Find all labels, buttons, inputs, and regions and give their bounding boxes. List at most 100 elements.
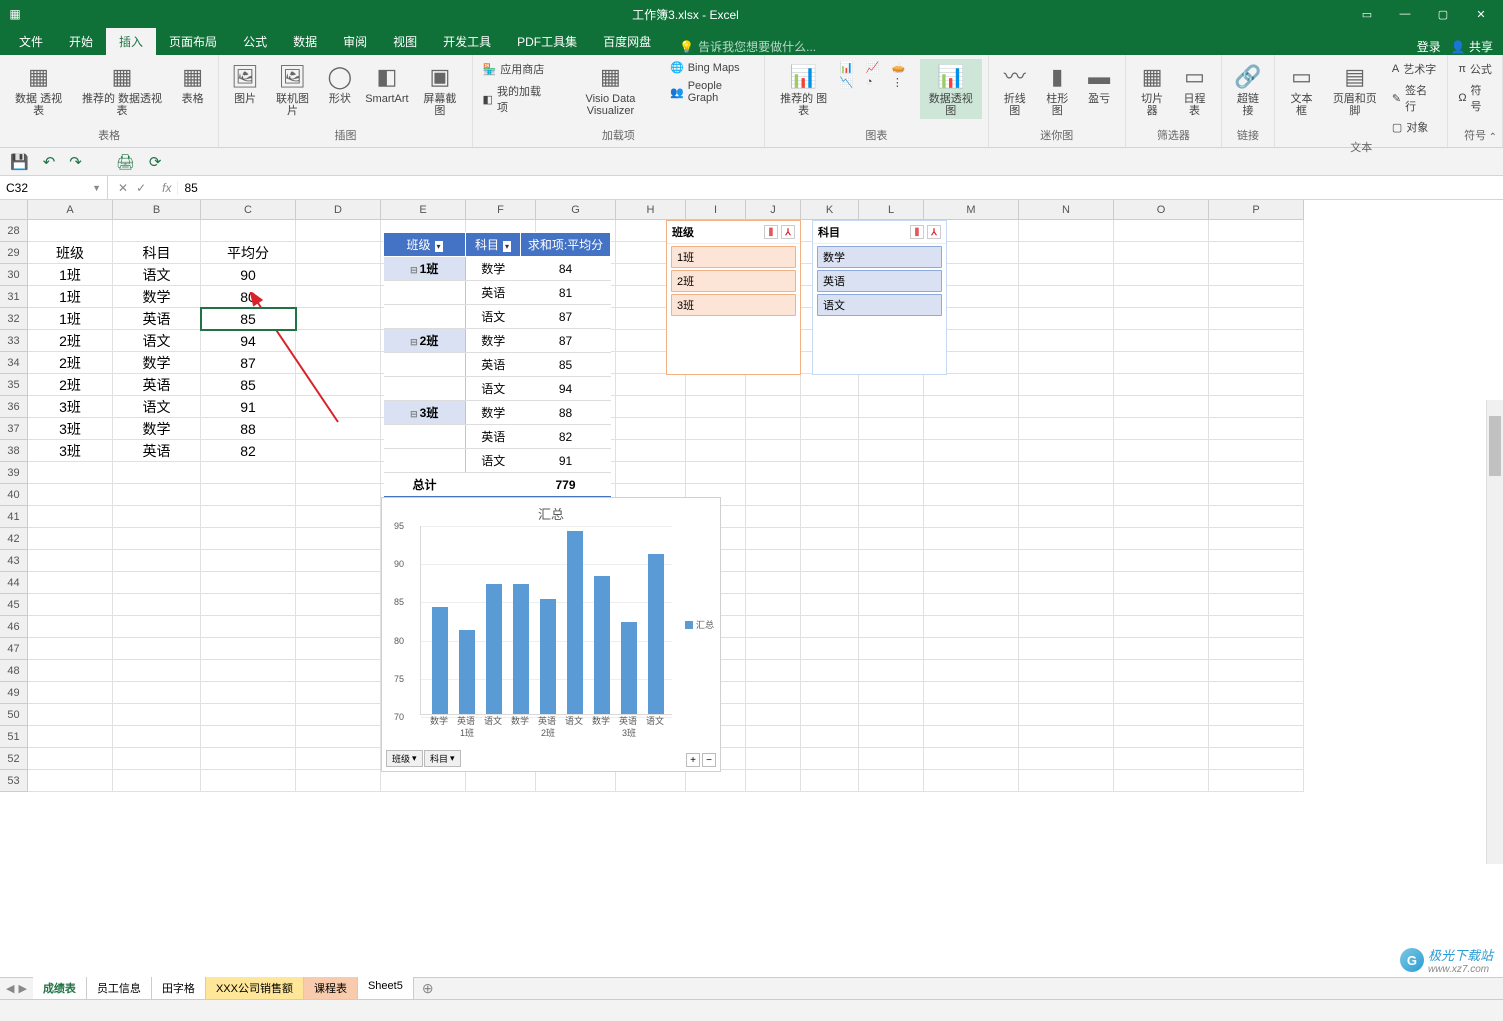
cell[interactable] — [801, 396, 859, 418]
cell[interactable] — [296, 440, 381, 462]
cell[interactable] — [1209, 770, 1304, 792]
cell[interactable] — [801, 660, 859, 682]
rec-charts-button[interactable]: 📊推荐的 图表 — [771, 59, 836, 119]
cell[interactable] — [201, 484, 296, 506]
cell[interactable] — [1019, 286, 1114, 308]
tab-developer[interactable]: 开发工具 — [430, 28, 504, 55]
cell[interactable]: 85 — [201, 308, 296, 330]
cell[interactable]: 90 — [201, 264, 296, 286]
cell[interactable]: 2班 — [28, 352, 113, 374]
cell[interactable] — [924, 726, 1019, 748]
tab-pagelayout[interactable]: 页面布局 — [156, 28, 230, 55]
cell[interactable] — [113, 638, 201, 660]
cell[interactable] — [1209, 418, 1304, 440]
cell[interactable]: 3班 — [28, 396, 113, 418]
col-header[interactable]: C — [201, 200, 296, 220]
tab-insert[interactable]: 插入 — [106, 28, 156, 55]
cell[interactable]: 88 — [201, 418, 296, 440]
cell[interactable] — [201, 572, 296, 594]
row-header[interactable]: 32 — [0, 308, 28, 330]
cell[interactable] — [924, 396, 1019, 418]
cell[interactable] — [1114, 330, 1209, 352]
cell[interactable] — [296, 264, 381, 286]
cell[interactable] — [1019, 374, 1114, 396]
cell[interactable] — [113, 484, 201, 506]
cell[interactable]: 语文 — [113, 330, 201, 352]
row-header[interactable]: 43 — [0, 550, 28, 572]
tab-file[interactable]: 文件 — [6, 28, 56, 55]
col-header[interactable]: M — [924, 200, 1019, 220]
cell[interactable] — [686, 770, 746, 792]
col-header[interactable]: E — [381, 200, 466, 220]
cell[interactable] — [616, 440, 686, 462]
cell[interactable] — [296, 462, 381, 484]
cell[interactable] — [201, 704, 296, 726]
cell[interactable] — [924, 440, 1019, 462]
cell[interactable] — [924, 462, 1019, 484]
col-header[interactable]: P — [1209, 200, 1304, 220]
cell[interactable] — [859, 748, 924, 770]
cell[interactable] — [746, 682, 801, 704]
cell[interactable] — [296, 528, 381, 550]
cell[interactable] — [746, 660, 801, 682]
cell[interactable] — [113, 220, 201, 242]
cell[interactable] — [1209, 484, 1304, 506]
cell[interactable] — [616, 396, 686, 418]
cell[interactable] — [746, 396, 801, 418]
cell[interactable]: 数学 — [113, 352, 201, 374]
cell[interactable] — [924, 660, 1019, 682]
slicer-item[interactable]: 2班 — [671, 270, 796, 292]
row-header[interactable]: 31 — [0, 286, 28, 308]
chart-type-icon[interactable]: 📈 — [866, 61, 890, 74]
cell[interactable]: 3班 — [28, 440, 113, 462]
cell[interactable] — [296, 594, 381, 616]
cell[interactable] — [113, 572, 201, 594]
slicer-item[interactable]: 语文 — [817, 294, 942, 316]
cell[interactable] — [746, 506, 801, 528]
spreadsheet-grid[interactable]: ABCDEFGHIJKLMNOP 28293031323334353637383… — [0, 200, 1503, 908]
cell[interactable]: 94 — [201, 330, 296, 352]
qat-icon[interactable]: ⟳ — [149, 153, 162, 171]
cell[interactable] — [296, 748, 381, 770]
login-link[interactable]: 登录 — [1417, 38, 1441, 55]
cell[interactable]: 1班 — [28, 286, 113, 308]
col-header[interactable]: O — [1114, 200, 1209, 220]
qat-icon[interactable]: 🖨 — [116, 153, 135, 171]
sheet-tab[interactable]: 田字格 — [152, 977, 206, 1001]
add-sheet-button[interactable]: ⊕ — [414, 980, 442, 997]
cancel-icon[interactable]: ✕ — [118, 181, 128, 195]
peoplegraph-button[interactable]: 👥People Graph — [666, 78, 758, 106]
cell[interactable] — [801, 638, 859, 660]
cell[interactable] — [1019, 396, 1114, 418]
cell[interactable] — [1114, 242, 1209, 264]
cell[interactable] — [859, 418, 924, 440]
cell[interactable] — [686, 440, 746, 462]
cell[interactable] — [28, 726, 113, 748]
cell[interactable] — [1114, 418, 1209, 440]
cell[interactable] — [1209, 616, 1304, 638]
cell[interactable] — [201, 616, 296, 638]
cell[interactable] — [201, 726, 296, 748]
chart-type-icon[interactable]: 🥧 — [892, 61, 916, 74]
chart-type-icon[interactable]: 📊 — [840, 61, 864, 74]
redo-icon[interactable]: ↷ — [69, 153, 82, 171]
cell[interactable] — [801, 748, 859, 770]
cell[interactable] — [616, 374, 686, 396]
cell[interactable] — [28, 748, 113, 770]
row-header[interactable]: 34 — [0, 352, 28, 374]
cell[interactable] — [381, 770, 466, 792]
slicer-button[interactable]: ▦切片器 — [1132, 59, 1172, 119]
undo-icon[interactable]: ↶ — [43, 153, 56, 171]
row-header[interactable]: 53 — [0, 770, 28, 792]
cell[interactable] — [296, 550, 381, 572]
tab-pdf[interactable]: PDF工具集 — [504, 28, 590, 55]
cell[interactable]: 91 — [201, 396, 296, 418]
cell[interactable]: 87 — [201, 352, 296, 374]
chart-type-icon[interactable]: ⋮ — [892, 76, 916, 89]
cell[interactable] — [296, 616, 381, 638]
row-header[interactable]: 37 — [0, 418, 28, 440]
cell[interactable] — [1114, 748, 1209, 770]
cell[interactable]: 数学 — [113, 286, 201, 308]
cell[interactable] — [201, 682, 296, 704]
col-header[interactable]: I — [686, 200, 746, 220]
